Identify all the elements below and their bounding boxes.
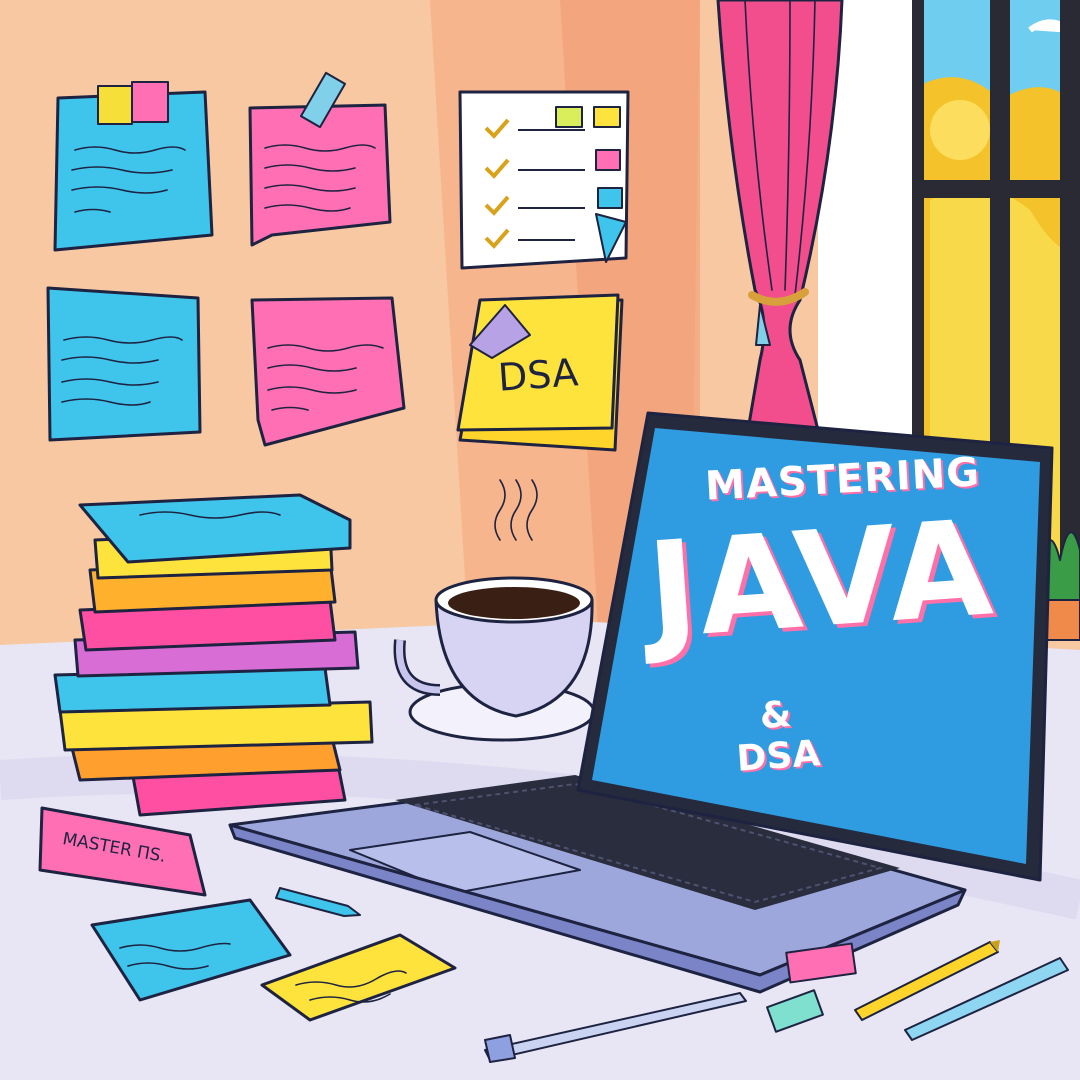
sticky-pad-stack (53, 493, 374, 817)
wall-note-blue-1 (53, 81, 214, 252)
wall-note-blue-2 (46, 286, 202, 442)
dsa-note-label: DSA (496, 350, 580, 400)
wall-checklist (458, 90, 630, 270)
laptop-heading-line2: JAVA (642, 491, 999, 669)
laptop-heading-line3: & DSA (735, 694, 822, 780)
illustration-scene: MASTERING JAVA & DSA DSA MASTER ΠS. (0, 0, 1080, 1080)
